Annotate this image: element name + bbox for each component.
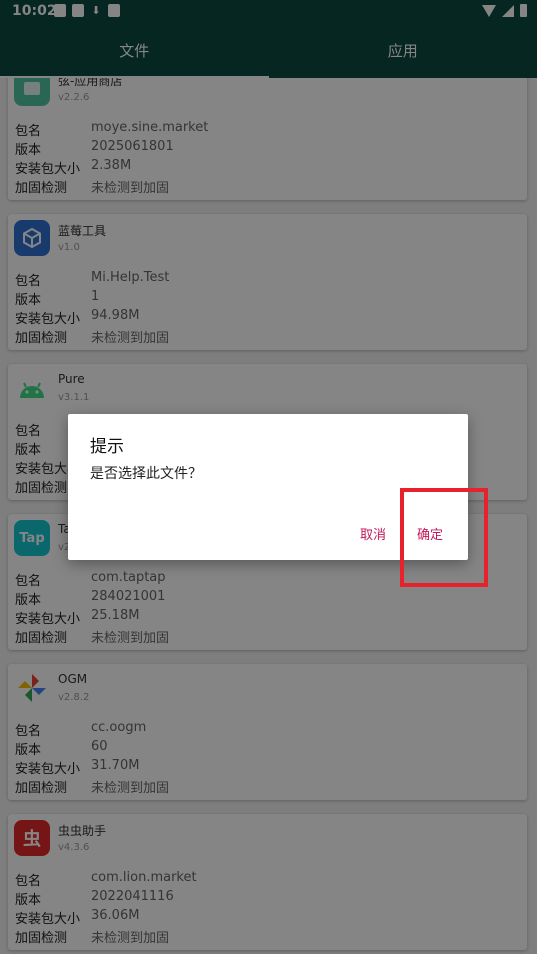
dialog-title: 提示 <box>90 437 124 457</box>
highlight-box <box>400 488 488 587</box>
cancel-button[interactable]: 取消 <box>360 524 386 543</box>
dialog-message: 是否选择此文件？ <box>90 466 202 482</box>
